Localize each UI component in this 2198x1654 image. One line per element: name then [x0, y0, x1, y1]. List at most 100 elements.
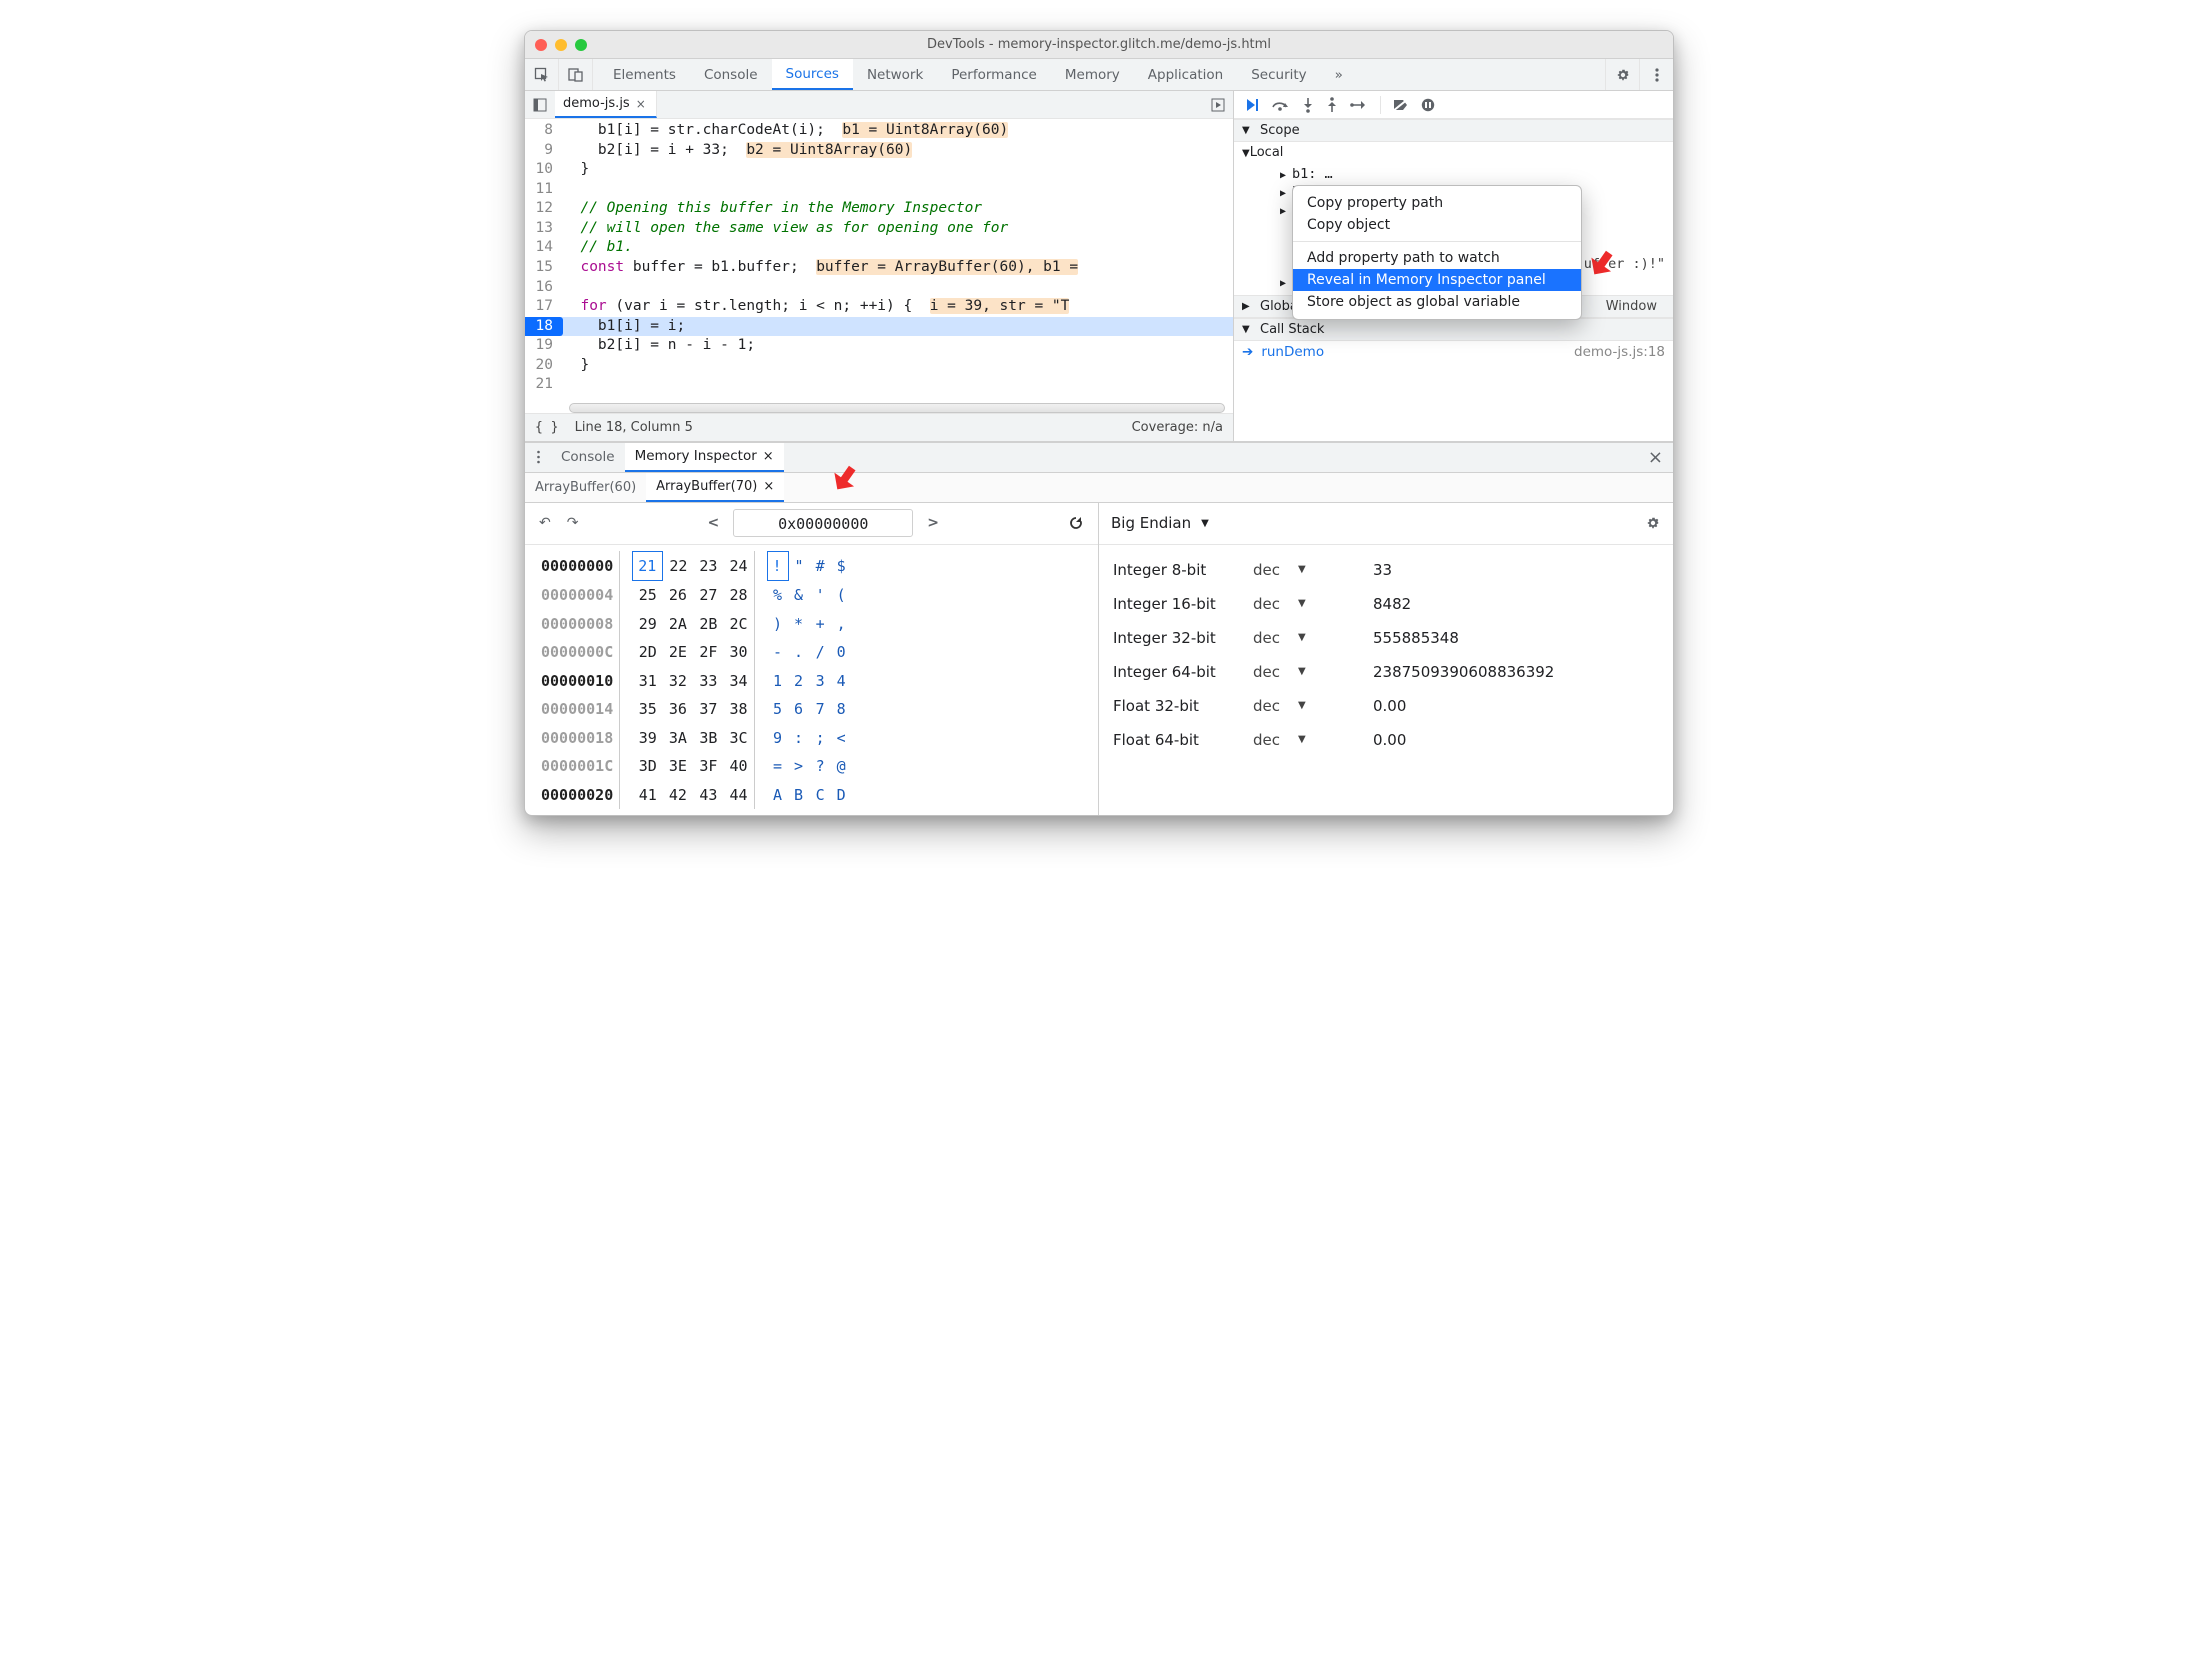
tab-elements[interactable]: Elements	[599, 59, 690, 90]
chevron-down-icon: ▼	[1298, 700, 1306, 711]
endianness-select[interactable]: Big Endian ▼	[1111, 514, 1209, 532]
memory-right-pane: Big Endian ▼ Integer 8-bit dec▼ 33 Integ…	[1099, 503, 1673, 816]
hex-viewer[interactable]: 0000000021222324!"#$0000000425262728%&'(…	[525, 545, 1098, 816]
encoding-select[interactable]: dec▼	[1253, 697, 1373, 715]
close-icon[interactable]	[535, 39, 547, 51]
chevron-down-icon: ▼	[1298, 666, 1306, 677]
chevron-down-icon: ▼	[1201, 518, 1209, 529]
buffer-tab-70[interactable]: ArrayBuffer(70) ×	[646, 473, 784, 502]
pretty-print-icon[interactable]: { }	[535, 420, 558, 435]
scope-local-header[interactable]: ▼Local	[1234, 142, 1673, 163]
callstack-section-header[interactable]: ▼Call Stack	[1234, 318, 1673, 341]
memory-nav: ↶ ↷ < 0x00000000 >	[525, 503, 1098, 545]
drawer: Console Memory Inspector × × ArrayBuffer…	[525, 442, 1673, 816]
tab-network[interactable]: Network	[853, 59, 937, 90]
value-result: 0.00	[1373, 697, 1659, 715]
main-area: demo-js.js × 8 b1[i] = str.charCodeAt(i)…	[525, 91, 1673, 442]
coverage-status: Coverage: n/a	[1132, 420, 1223, 435]
minimize-icon[interactable]	[555, 39, 567, 51]
inspect-icon[interactable]	[525, 59, 559, 90]
settings-icon[interactable]	[1605, 59, 1639, 90]
kebab-menu-icon[interactable]	[525, 450, 551, 464]
drawer-tabstrip: Console Memory Inspector × ×	[525, 443, 1673, 473]
titlebar: DevTools - memory-inspector.glitch.me/de…	[525, 31, 1673, 59]
navigator-toggle-icon[interactable]	[525, 98, 555, 112]
chevron-down-icon: ▼	[1298, 632, 1306, 643]
kebab-menu-icon[interactable]	[1639, 59, 1673, 90]
context-menu-item[interactable]: Copy property path	[1293, 192, 1581, 214]
memory-left-pane: ↶ ↷ < 0x00000000 > 0000000021222324!"#$0…	[525, 503, 1099, 816]
encoding-select[interactable]: dec▼	[1253, 629, 1373, 647]
tab-application[interactable]: Application	[1134, 59, 1237, 90]
close-icon[interactable]: ×	[763, 479, 774, 494]
refresh-icon[interactable]	[1064, 511, 1088, 535]
step-over-icon[interactable]	[1272, 98, 1290, 112]
context-menu-item[interactable]: Reveal in Memory Inspector panel	[1293, 269, 1581, 291]
more-tabs-icon[interactable]	[1203, 98, 1233, 112]
settings-icon[interactable]	[1645, 515, 1661, 531]
drawer-tab-console[interactable]: Console	[551, 443, 625, 472]
tab-memory[interactable]: Memory	[1051, 59, 1134, 90]
value-result: 555885348	[1373, 629, 1659, 647]
context-menu-item[interactable]: Store object as global variable	[1293, 291, 1581, 313]
source-tabbar: demo-js.js ×	[525, 91, 1233, 119]
drawer-tab-memory-inspector[interactable]: Memory Inspector ×	[625, 443, 784, 472]
undo-icon[interactable]: ↶	[535, 511, 555, 535]
value-row: Integer 16-bit dec▼ 8482	[1113, 587, 1659, 621]
address-input[interactable]: 0x00000000	[733, 509, 913, 537]
source-tab-label: demo-js.js	[563, 96, 630, 111]
buffer-tabstrip: ArrayBuffer(60) ArrayBuffer(70) ×	[525, 473, 1673, 503]
device-toggle-icon[interactable]	[559, 59, 593, 90]
encoding-select[interactable]: dec▼	[1253, 731, 1373, 749]
devtools-tabstrip: Elements Console Sources Network Perform…	[525, 59, 1673, 91]
chevron-left-icon[interactable]: <	[704, 511, 724, 535]
value-result: 8482	[1373, 595, 1659, 613]
window-title: DevTools - memory-inspector.glitch.me/de…	[525, 37, 1673, 52]
value-row: Integer 64-bit dec▼ 2387509390608836392	[1113, 655, 1659, 689]
close-icon[interactable]: ×	[763, 449, 774, 464]
value-type: Integer 8-bit	[1113, 561, 1253, 579]
close-icon[interactable]: ×	[636, 97, 646, 111]
chevron-down-icon: ▼	[1298, 598, 1306, 609]
scope-var[interactable]: ▶b1: …	[1234, 165, 1673, 183]
context-menu-item[interactable]: Copy object	[1293, 214, 1581, 236]
value-row: Float 64-bit dec▼ 0.00	[1113, 723, 1659, 757]
buffer-tab-60[interactable]: ArrayBuffer(60)	[525, 473, 646, 502]
zoom-icon[interactable]	[575, 39, 587, 51]
value-type: Integer 16-bit	[1113, 595, 1253, 613]
tab-sources[interactable]: Sources	[772, 59, 853, 90]
horizontal-scrollbar[interactable]	[569, 403, 1225, 413]
tab-overflow[interactable]: »	[1321, 59, 1357, 90]
source-tab-demo-js[interactable]: demo-js.js ×	[555, 91, 657, 118]
traffic-lights	[535, 39, 587, 51]
chevron-down-icon: ▼	[1298, 734, 1306, 745]
encoding-select[interactable]: dec▼	[1253, 663, 1373, 681]
code-editor[interactable]: 8 b1[i] = str.charCodeAt(i); b1 = Uint8A…	[525, 119, 1233, 401]
memory-inspector-body: ↶ ↷ < 0x00000000 > 0000000021222324!"#$0…	[525, 503, 1673, 816]
encoding-select[interactable]: dec▼	[1253, 595, 1373, 613]
value-row: Float 32-bit dec▼ 0.00	[1113, 689, 1659, 723]
value-type: Integer 32-bit	[1113, 629, 1253, 647]
step-icon[interactable]	[1350, 99, 1368, 111]
source-footer: { } Line 18, Column 5 Coverage: n/a	[525, 413, 1233, 441]
context-menu: Copy property pathCopy object Add propert…	[1292, 185, 1582, 320]
tab-performance[interactable]: Performance	[937, 59, 1051, 90]
devtools-window: DevTools - memory-inspector.glitch.me/de…	[524, 30, 1674, 816]
tab-console[interactable]: Console	[690, 59, 772, 90]
value-result: 33	[1373, 561, 1659, 579]
callstack-frame[interactable]: ➔ runDemo demo-js.js:18	[1234, 341, 1673, 363]
scope-section-header[interactable]: ▼Scope	[1234, 119, 1673, 142]
value-result: 0.00	[1373, 731, 1659, 749]
context-menu-item[interactable]: Add property path to watch	[1293, 247, 1581, 269]
tab-security[interactable]: Security	[1237, 59, 1320, 90]
chevron-right-icon[interactable]: >	[923, 511, 943, 535]
resume-icon[interactable]	[1244, 97, 1260, 113]
step-out-icon[interactable]	[1326, 97, 1338, 113]
value-interpretations: Integer 8-bit dec▼ 33 Integer 16-bit dec…	[1099, 545, 1673, 765]
pause-on-exceptions-icon[interactable]	[1421, 98, 1435, 112]
step-into-icon[interactable]	[1302, 97, 1314, 113]
encoding-select[interactable]: dec▼	[1253, 561, 1373, 579]
deactivate-breakpoints-icon[interactable]	[1393, 98, 1409, 112]
redo-icon[interactable]: ↷	[563, 511, 583, 535]
drawer-close-icon[interactable]: ×	[1638, 447, 1673, 468]
